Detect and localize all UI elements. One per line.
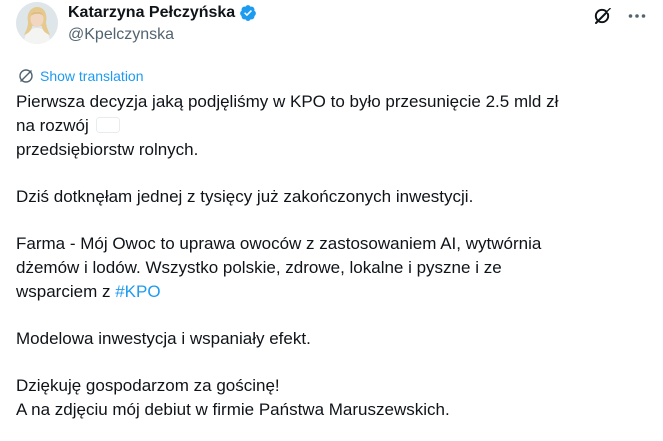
avatar[interactable] [16, 2, 58, 44]
tweet-line: Modelowa inwestycja i wspaniały efekt. [16, 329, 311, 348]
tweet-line: Pierwsza decyzja jaką podjęliśmy w KPO t… [16, 92, 559, 111]
avatar-image [16, 2, 58, 44]
verified-badge-icon[interactable] [239, 4, 257, 22]
tweet: Katarzyna Pełczyńska @Kpelczynska Show t… [0, 0, 663, 441]
author-display-name[interactable]: Katarzyna Pełczyńska [68, 3, 235, 23]
display-name-row: Katarzyna Pełczyńska [68, 3, 257, 23]
hashtag-link[interactable]: #KPO [115, 282, 160, 301]
show-translation-label[interactable]: Show translation [40, 68, 144, 84]
show-translation-link[interactable]: Show translation [18, 66, 144, 86]
globe-translate-icon [18, 68, 34, 84]
tweet-line: dżemów i lodów. Wszystko polskie, zdrowe… [16, 258, 502, 277]
tweet-line: wsparciem z #KPO [16, 280, 656, 304]
tweet-text-segment: przedsiębiorstw rolnych. [16, 140, 199, 159]
grok-icon[interactable] [593, 6, 613, 26]
tweet-text-segment: na rozwój [16, 116, 89, 135]
tweet-line: Farma - Mój Owoc to uprawa owoców z zast… [16, 234, 542, 253]
tweet-text: Pierwsza decyzja jaką podjęliśmy w KPO t… [16, 90, 656, 422]
more-dots-icon[interactable] [627, 8, 647, 24]
tweet-line: Dziś dotknęłam jednej z tysięcy już zako… [16, 187, 474, 206]
author-names: Katarzyna Pełczyńska @Kpelczynska [68, 3, 257, 45]
poland-flag-emoji [97, 118, 119, 132]
tweet-line: Dziękuję gospodarzom za gościnę! [16, 376, 280, 395]
tweet-header: Katarzyna Pełczyńska @Kpelczynska [16, 2, 647, 48]
author-handle[interactable]: @Kpelczynska [68, 25, 257, 45]
tweet-line: A na zdjęciu mój debiut w firmie Państwa… [16, 400, 450, 419]
tweet-line: na rozwój [16, 114, 656, 138]
tweet-text-segment: wsparciem z [16, 282, 116, 301]
